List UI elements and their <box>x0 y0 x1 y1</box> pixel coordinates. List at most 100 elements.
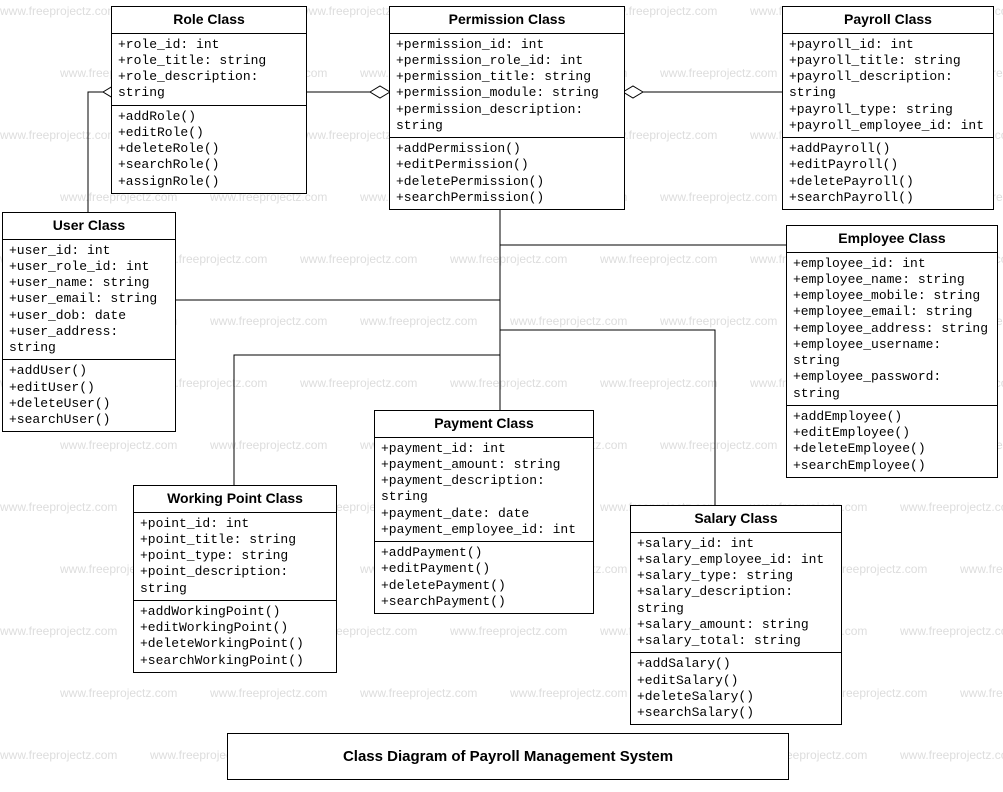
class-member: +salary_type: string <box>637 568 835 584</box>
watermark-text: www.freeprojectz.com <box>450 624 567 638</box>
class-salary-header: Salary Class <box>631 506 841 533</box>
class-member: +deletePermission() <box>396 174 618 190</box>
class-member: +user_email: string <box>9 291 169 307</box>
class-member: +point_description: string <box>140 564 330 597</box>
watermark-text: www.freeprojectz.com <box>0 4 117 18</box>
class-member: +role_title: string <box>118 53 300 69</box>
class-member: +searchSalary() <box>637 705 835 721</box>
watermark-text: www.freeprojectz.com <box>210 314 327 328</box>
class-member: +payment_id: int <box>381 441 587 457</box>
watermark-text: www.freeprojectz.com <box>0 128 117 142</box>
class-payroll-header: Payroll Class <box>783 7 993 34</box>
class-user-ops: +addUser()+editUser()+deleteUser()+searc… <box>3 359 175 431</box>
class-member: +point_type: string <box>140 548 330 564</box>
watermark-text: www.freeprojectz.com <box>0 500 117 514</box>
class-member: +editSalary() <box>637 673 835 689</box>
watermark-text: www.freeprojectz.com <box>0 624 117 638</box>
class-member: +deleteSalary() <box>637 689 835 705</box>
class-member: +permission_module: string <box>396 85 618 101</box>
diagram-title: Class Diagram of Payroll Management Syst… <box>227 733 789 780</box>
class-member: +user_id: int <box>9 243 169 259</box>
class-permission-attrs: +permission_id: int+permission_role_id: … <box>390 34 624 138</box>
watermark-text: www.freeprojectz.com <box>900 748 1003 762</box>
class-member: +addSalary() <box>637 656 835 672</box>
watermark-text: www.freeprojectz.com <box>900 500 1003 514</box>
class-member: +deleteEmployee() <box>793 441 991 457</box>
class-member: +employee_name: string <box>793 272 991 288</box>
class-member: +editWorkingPoint() <box>140 620 330 636</box>
watermark-text: www.freeprojectz.com <box>960 562 1003 576</box>
class-member: +permission_id: int <box>396 37 618 53</box>
class-member: +addWorkingPoint() <box>140 604 330 620</box>
class-member: +role_description: string <box>118 69 300 102</box>
class-member: +searchUser() <box>9 412 169 428</box>
watermark-text: www.freeprojectz.com <box>360 314 477 328</box>
class-member: +employee_email: string <box>793 304 991 320</box>
class-member: +payment_description: string <box>381 473 587 506</box>
class-member: +searchEmployee() <box>793 458 991 474</box>
watermark-text: www.freeprojectz.com <box>360 686 477 700</box>
class-member: +point_id: int <box>140 516 330 532</box>
class-user: User Class +user_id: int+user_role_id: i… <box>2 212 176 432</box>
class-member: +deleteWorkingPoint() <box>140 636 330 652</box>
class-role: Role Class +role_id: int+role_title: str… <box>111 6 307 194</box>
watermark-text: www.freeprojectz.com <box>510 314 627 328</box>
class-salary-attrs: +salary_id: int+salary_employee_id: int+… <box>631 533 841 653</box>
class-role-header: Role Class <box>112 7 306 34</box>
class-member: +payroll_employee_id: int <box>789 118 987 134</box>
class-member: +permission_title: string <box>396 69 618 85</box>
class-payment-header: Payment Class <box>375 411 593 438</box>
class-member: +role_id: int <box>118 37 300 53</box>
class-member: +editPayment() <box>381 561 587 577</box>
watermark-text: www.freeprojectz.com <box>450 252 567 266</box>
class-member: +assignRole() <box>118 174 300 190</box>
class-user-header: User Class <box>3 213 175 240</box>
class-member: +user_role_id: int <box>9 259 169 275</box>
class-member: +editEmployee() <box>793 425 991 441</box>
class-member: +salary_total: string <box>637 633 835 649</box>
class-salary-ops: +addSalary()+editSalary()+deleteSalary()… <box>631 652 841 724</box>
class-employee: Employee Class +employee_id: int+employe… <box>786 225 998 478</box>
watermark-text: www.freeprojectz.com <box>60 686 177 700</box>
class-payroll-ops: +addPayroll()+editPayroll()+deletePayrol… <box>783 137 993 209</box>
class-member: +editPayroll() <box>789 157 987 173</box>
class-member: +employee_mobile: string <box>793 288 991 304</box>
class-member: +payment_date: date <box>381 506 587 522</box>
watermark-text: www.freeprojectz.com <box>660 438 777 452</box>
class-payment: Payment Class +payment_id: int+payment_a… <box>374 410 594 614</box>
class-employee-ops: +addEmployee()+editEmployee()+deleteEmpl… <box>787 405 997 477</box>
watermark-text: www.freeprojectz.com <box>660 66 777 80</box>
class-member: +editRole() <box>118 125 300 141</box>
class-member: +user_name: string <box>9 275 169 291</box>
class-member: +addPayroll() <box>789 141 987 157</box>
class-permission-ops: +addPermission()+editPermission()+delete… <box>390 137 624 209</box>
class-member: +deletePayroll() <box>789 174 987 190</box>
class-permission: Permission Class +permission_id: int+per… <box>389 6 625 210</box>
class-user-attrs: +user_id: int+user_role_id: int+user_nam… <box>3 240 175 360</box>
class-member: +user_address: string <box>9 324 169 357</box>
class-member: +payment_employee_id: int <box>381 522 587 538</box>
class-permission-header: Permission Class <box>390 7 624 34</box>
watermark-text: www.freeprojectz.com <box>210 438 327 452</box>
class-member: +salary_employee_id: int <box>637 552 835 568</box>
class-payment-attrs: +payment_id: int+payment_amount: string+… <box>375 438 593 542</box>
class-member: +searchPayment() <box>381 594 587 610</box>
watermark-text: www.freeprojectz.com <box>660 314 777 328</box>
class-member: +payment_amount: string <box>381 457 587 473</box>
class-member: +addEmployee() <box>793 409 991 425</box>
class-member: +editPermission() <box>396 157 618 173</box>
class-member: +user_dob: date <box>9 308 169 324</box>
class-member: +payroll_description: string <box>789 69 987 102</box>
watermark-text: www.freeprojectz.com <box>600 252 717 266</box>
watermark-text: www.freeprojectz.com <box>510 686 627 700</box>
class-role-ops: +addRole()+editRole()+deleteRole()+searc… <box>112 105 306 193</box>
class-member: +point_title: string <box>140 532 330 548</box>
class-employee-header: Employee Class <box>787 226 997 253</box>
class-member: +searchWorkingPoint() <box>140 653 330 669</box>
class-workingpoint-attrs: +point_id: int+point_title: string+point… <box>134 513 336 600</box>
class-member: +deletePayment() <box>381 578 587 594</box>
class-member: +salary_amount: string <box>637 617 835 633</box>
class-member: +searchRole() <box>118 157 300 173</box>
class-payment-ops: +addPayment()+editPayment()+deletePaymen… <box>375 541 593 613</box>
class-payroll-attrs: +payroll_id: int+payroll_title: string+p… <box>783 34 993 138</box>
